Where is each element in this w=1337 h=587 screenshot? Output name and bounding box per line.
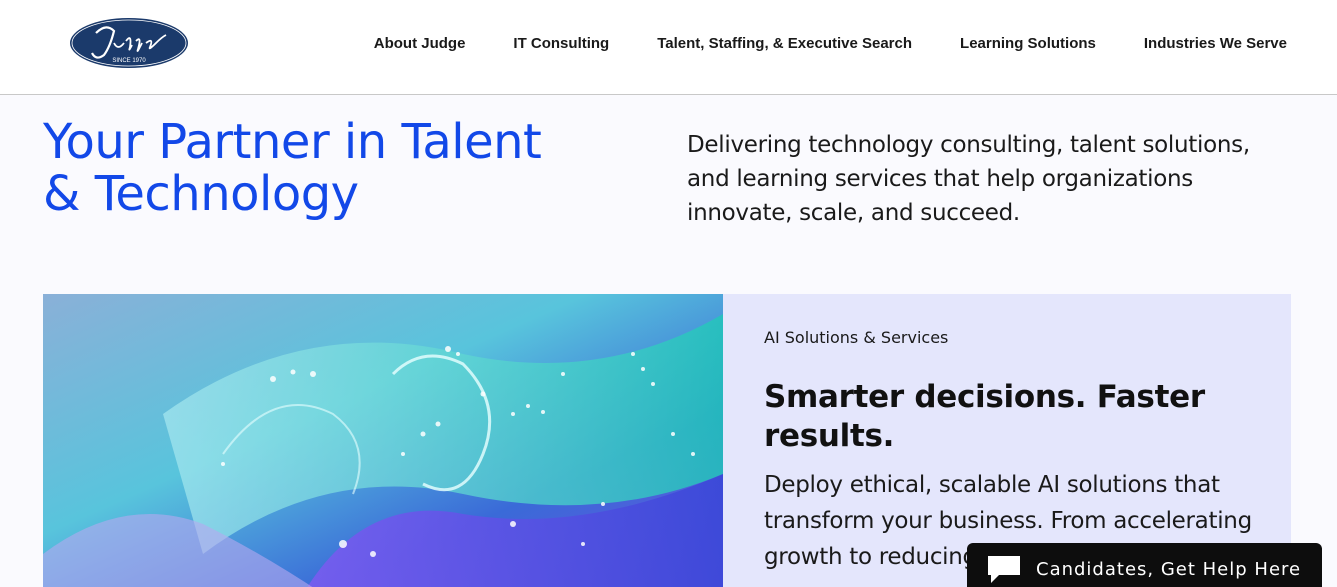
nav-learning-solutions[interactable]: Learning Solutions [960, 35, 1096, 52]
judge-logo-mark: SINCE 1970 [68, 16, 190, 70]
svg-text:SINCE 1970: SINCE 1970 [112, 58, 146, 64]
help-button-label: Candidates, Get Help Here [1036, 559, 1302, 580]
chat-bubble-icon [985, 553, 1023, 587]
hero-title: Your Partner in Talent & Technology [43, 116, 603, 220]
abstract-tech-image [43, 294, 723, 587]
hero-title-line1: Your Partner in Talent [43, 114, 542, 170]
nav-talent-staffing[interactable]: Talent, Staffing, & Executive Search [657, 35, 912, 52]
nav-it-consulting[interactable]: IT Consulting [513, 35, 609, 52]
hero-subtitle: Delivering technology consulting, talent… [687, 132, 1250, 226]
candidates-help-button[interactable]: Candidates, Get Help Here [967, 543, 1322, 587]
judge-logo[interactable]: SINCE 1970 [66, 13, 192, 73]
site-header: SINCE 1970 About Judge IT Consulting Tal… [0, 0, 1337, 95]
card-eyebrow: AI Solutions & Services [764, 328, 949, 347]
hero-title-line2: & Technology [43, 166, 359, 222]
nav-about-judge[interactable]: About Judge [374, 35, 466, 52]
abstract-ribbon-graphic [43, 294, 723, 587]
card-heading: Smarter decisions. Faster results. [764, 379, 1205, 454]
main-nav: About Judge IT Consulting Talent, Staffi… [374, 35, 1287, 52]
nav-industries[interactable]: Industries We Serve [1144, 35, 1287, 52]
